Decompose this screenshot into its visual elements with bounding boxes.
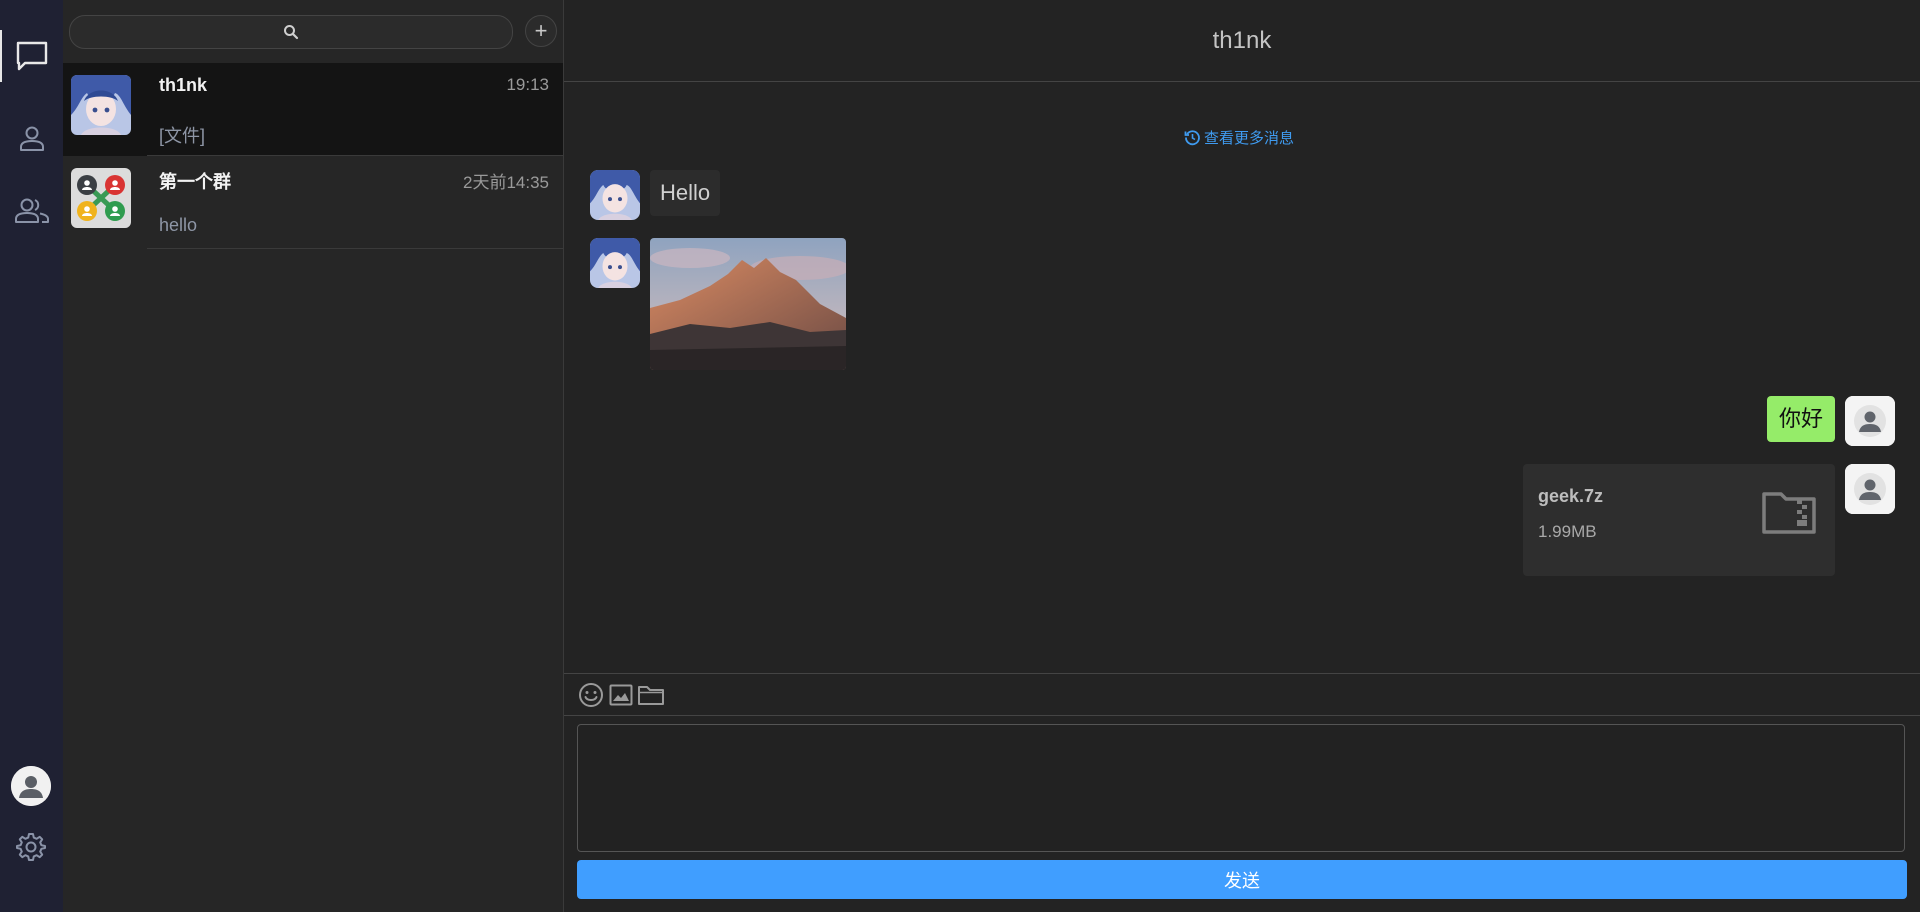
message-image[interactable]: [650, 238, 846, 370]
message-input[interactable]: [577, 724, 1905, 852]
history-icon: [1184, 130, 1200, 146]
divider: [147, 248, 563, 249]
conversation-preview: hello: [159, 215, 198, 235]
archive-folder-icon: [1761, 488, 1817, 541]
sender-avatar[interactable]: [590, 238, 640, 288]
load-more-link[interactable]: 查看更多消息: [1184, 127, 1294, 148]
composer-toolbar: [564, 673, 1920, 716]
send-button[interactable]: 发送: [577, 860, 1907, 899]
image-icon: [609, 684, 633, 706]
conversation-item[interactable]: 第一个群 2天前14:35 hello: [63, 156, 563, 249]
chat-panel: th1nk 查看更多消息 Hello 你好 geek.7z 1.99MB 发送: [564, 0, 1920, 912]
file-message[interactable]: geek.7z 1.99MB: [1523, 464, 1835, 576]
conversation-preview: [文件]: [159, 126, 206, 146]
group-icon: [14, 198, 49, 223]
conversation-item[interactable]: th1nk 19:13 [文件]: [63, 63, 563, 156]
emoji-icon: [579, 683, 603, 707]
chat-title: th1nk: [564, 0, 1920, 82]
my-avatar[interactable]: [1845, 396, 1895, 446]
default-avatar-icon: [1845, 464, 1895, 514]
default-avatar-icon: [11, 766, 51, 806]
folder-icon: [638, 686, 664, 705]
group-avatar: [71, 168, 131, 228]
my-message-bubble[interactable]: 你好: [1767, 396, 1835, 442]
conversation-time: 19:13: [506, 75, 549, 94]
image-button[interactable]: [608, 682, 634, 708]
avatar[interactable]: [11, 766, 51, 806]
nav-rail: [0, 0, 63, 912]
nav-chats[interactable]: [0, 26, 63, 86]
conversation-list: + th1nk 19:13 [文件] 第一个群 2天前14:35 hello: [63, 0, 564, 912]
load-more-label: 查看更多消息: [1204, 130, 1295, 147]
add-button[interactable]: +: [525, 15, 557, 47]
emoji-button[interactable]: [578, 682, 604, 708]
default-avatar-icon: [1845, 396, 1895, 446]
search-input[interactable]: [69, 15, 513, 49]
conversation-name: th1nk: [159, 75, 208, 95]
search-icon: [284, 25, 299, 40]
conversation-name: 第一个群: [159, 172, 231, 192]
file-size: 1.99MB: [1538, 522, 1597, 541]
my-avatar[interactable]: [1845, 464, 1895, 514]
nav-contacts[interactable]: [0, 108, 63, 168]
message-bubble[interactable]: Hello: [650, 170, 721, 216]
sender-avatar[interactable]: [590, 170, 640, 220]
conversation-time: 2天前14:35: [463, 173, 549, 192]
nav-groups[interactable]: [0, 180, 63, 240]
file-name: geek.7z: [1538, 486, 1604, 506]
file-button[interactable]: [637, 682, 665, 708]
contact-avatar: [71, 75, 131, 135]
gear-icon: [16, 833, 46, 861]
contact-icon: [19, 126, 44, 151]
settings-button[interactable]: [15, 831, 47, 868]
chat-icon: [16, 41, 47, 71]
